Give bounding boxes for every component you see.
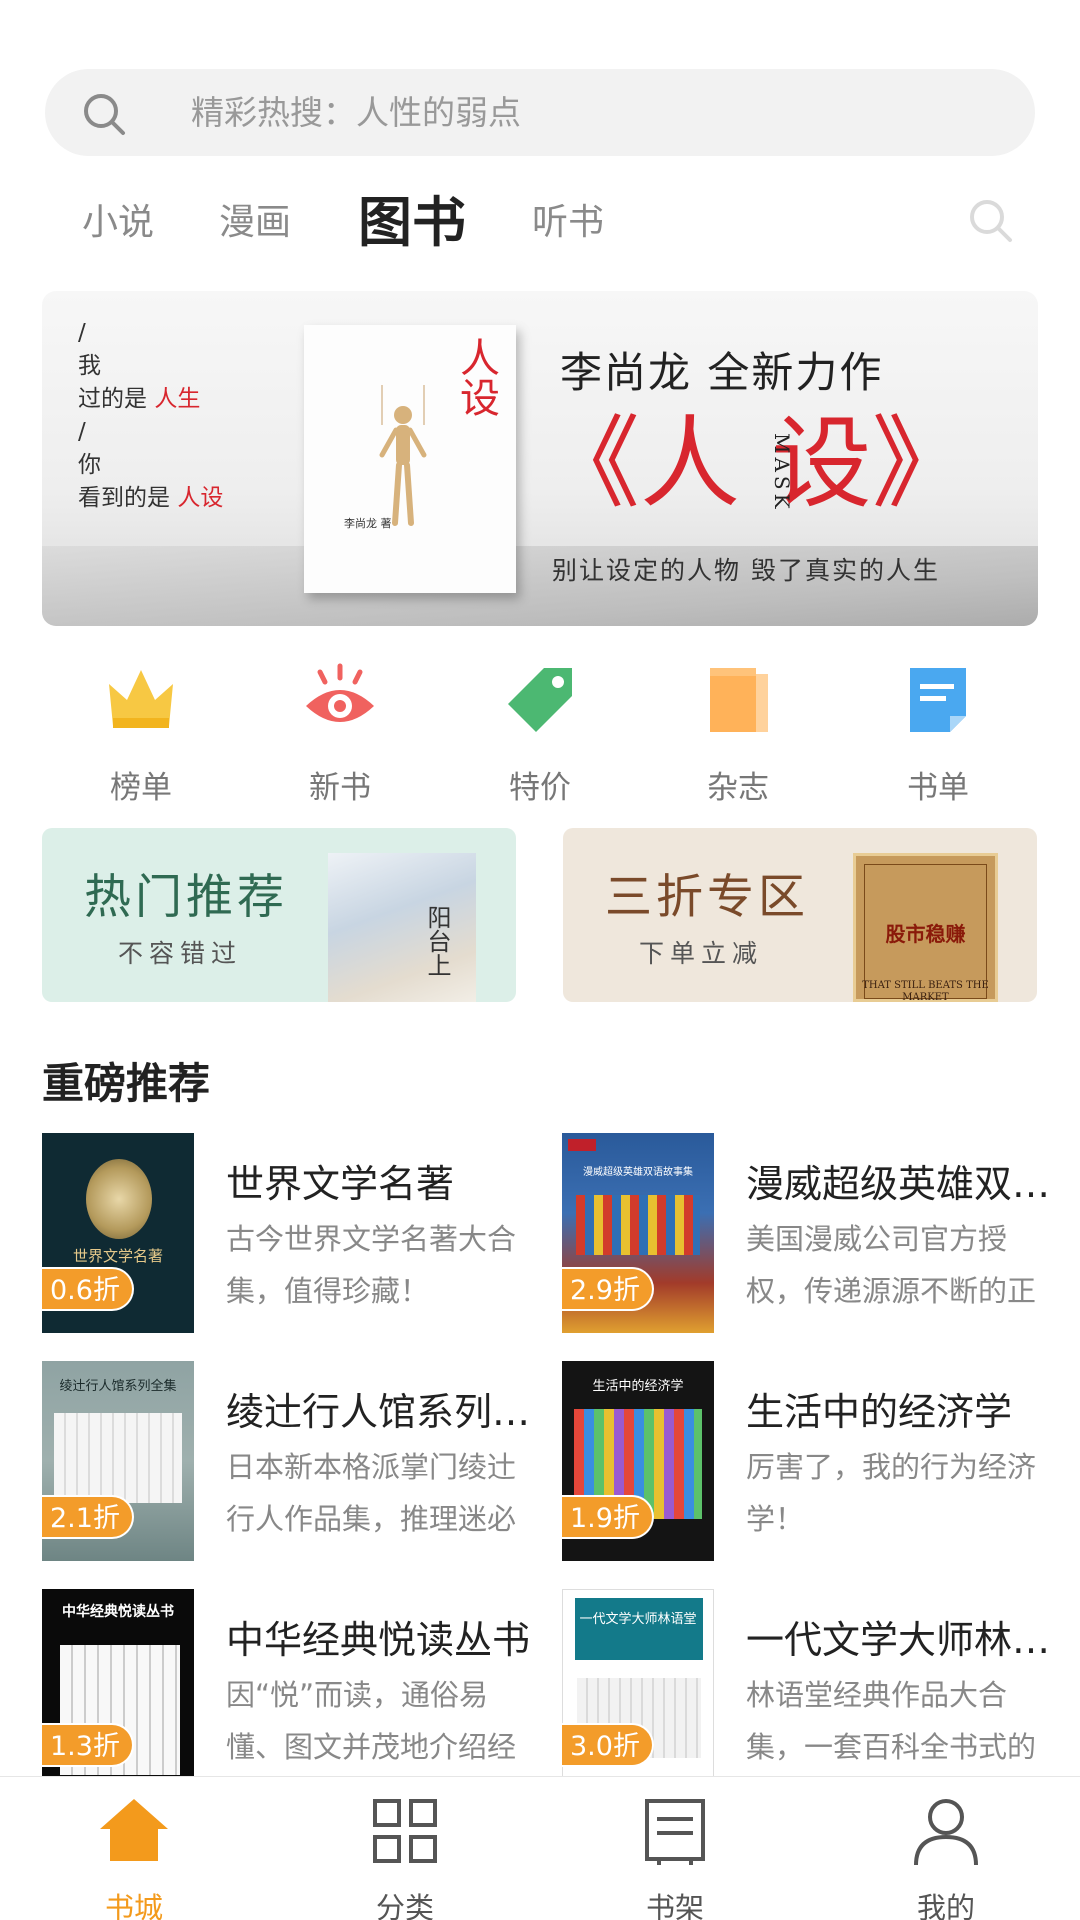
discount-badge: 2.9折: [562, 1267, 654, 1311]
discount-zone-subtitle: 下单立减: [639, 939, 764, 968]
hot-recommend-card[interactable]: 热门推荐 不容错过 阳台上: [42, 828, 516, 1002]
book-description: 厉害了，我的行为经济学！: [746, 1450, 1037, 1536]
wooden-figure-icon: [379, 385, 427, 526]
bottom-nav: 书城 分类 书架 我的: [0, 1776, 1080, 1920]
magazine-icon: [710, 668, 768, 732]
book-item[interactable]: 中华经典悦读丛书 1.3折 中华经典悦读丛书 因“悦”而读，通俗易懂、图文并茂地…: [42, 1589, 542, 1789]
discount-zone-card[interactable]: 三折专区 下单立减 股市稳赚 THAT STILL BEATS THE MARK…: [563, 828, 1037, 1002]
search-input[interactable]: 精彩热搜：人性的弱点: [45, 69, 1035, 156]
book-title: 中华经典悦读丛书: [226, 1618, 531, 1662]
discount-badge: 0.6折: [42, 1267, 134, 1311]
tab-audiobook[interactable]: 听书: [532, 178, 604, 268]
nav-bookstore[interactable]: 书城: [74, 1793, 194, 1920]
quick-entries: 榜单 新书 特价 杂志 书单: [0, 660, 1080, 806]
hot-recommend-title: 热门推荐: [84, 870, 288, 925]
book-item[interactable]: 生活中的经济学 1.9折 生活中的经济学 厉害了，我的行为经济学！: [562, 1361, 1062, 1561]
promo-banner[interactable]: / 我 过的是 人生 / 你 看到的是 人设 人设 李尚龙 著 李尚龙 全新力作…: [42, 291, 1038, 626]
book-description: 日本新本格派掌门绫辻行人作品集，推理迷必读: [226, 1450, 517, 1536]
banner-big-title: 《人 设》: [540, 405, 972, 522]
book-title: 生活中的经济学: [746, 1390, 1013, 1434]
tab-novel[interactable]: 小说: [82, 178, 154, 268]
discount-badge: 1.9折: [562, 1495, 654, 1539]
tab-books[interactable]: 图书: [358, 178, 466, 268]
discount-badge: 3.0折: [562, 1723, 654, 1767]
tag-icon: [508, 668, 572, 732]
quick-ranking[interactable]: 榜单: [71, 660, 211, 807]
discount-badge: 2.1折: [42, 1495, 134, 1539]
bookshelf-icon: [645, 1799, 705, 1865]
hot-recommend-subtitle: 不容错过: [118, 939, 243, 968]
hot-recommend-cover: 阳台上: [328, 853, 476, 1002]
user-icon: [914, 1799, 978, 1866]
category-tabs: 小说 漫画 图书 听书: [0, 178, 1080, 268]
banner-tagline: 别让设定的人物 毁了真实的人生: [552, 556, 940, 585]
booklist-icon: [910, 668, 966, 732]
book-item[interactable]: 一代文学大师林语堂 3.0折 一代文学大师林语堂 林语堂经典作品大合集，一套百科…: [562, 1589, 1062, 1789]
book-title: 世界文学名著: [226, 1162, 455, 1206]
search-icon[interactable]: [965, 195, 1017, 247]
home-icon: [100, 1799, 168, 1861]
book-description: 因“悦”而读，通俗易懂、图文并茂地介绍经典: [226, 1678, 517, 1764]
quick-new-books[interactable]: 新书: [270, 660, 410, 807]
nav-category[interactable]: 分类: [345, 1793, 465, 1920]
banner-headline: 李尚龙 全新力作: [560, 348, 884, 397]
book-title: 一代文学大师林语堂: [746, 1618, 1062, 1662]
discount-zone-cover: 股市稳赚 THAT STILL BEATS THE MARKET: [853, 853, 998, 1002]
section-title: 重磅推荐: [42, 1059, 211, 1108]
book-item[interactable]: 漫威超级英雄双语故事集 2.9折 漫威超级英雄双语故事集 美国漫威公司官方授权，…: [562, 1133, 1062, 1333]
eye-icon: [306, 663, 374, 722]
quick-magazines[interactable]: 杂志: [668, 660, 808, 807]
discount-zone-title: 三折专区: [605, 870, 809, 925]
discount-badge: 1.3折: [42, 1723, 134, 1767]
nav-profile[interactable]: 我的: [886, 1793, 1006, 1920]
book-description: 林语堂经典作品大合集，一套百科全书式的作品: [746, 1678, 1037, 1764]
search-icon: [84, 94, 125, 135]
book-item[interactable]: 世界文学名著 0.6折 世界文学名著 古今世界文学名著大合集，值得珍藏！: [42, 1133, 542, 1333]
banner-mask-text: MASK: [770, 433, 794, 513]
quick-booklists[interactable]: 书单: [868, 660, 1008, 807]
book-title: 漫威超级英雄双语故事集: [746, 1162, 1062, 1206]
quick-special-price[interactable]: 特价: [470, 660, 610, 807]
crown-icon: [109, 670, 173, 728]
search-placeholder: 精彩热搜：人性的弱点: [191, 93, 521, 132]
banner-book-cover: 人设 李尚龙 著: [304, 325, 516, 593]
book-title: 绫辻行人馆系列全集: [226, 1390, 542, 1434]
banner-left-text: / 我 过的是 人生 / 你 看到的是 人设: [78, 320, 224, 511]
book-description: 古今世界文学名著大合集，值得珍藏！: [226, 1222, 517, 1308]
nav-bookshelf[interactable]: 书架: [615, 1793, 735, 1920]
book-item[interactable]: 绫辻行人馆系列全集 2.1折 绫辻行人馆系列全集 日本新本格派掌门绫辻行人作品集…: [42, 1361, 542, 1561]
tab-comic[interactable]: 漫画: [219, 178, 291, 268]
grid-icon: [373, 1799, 437, 1863]
book-description: 美国漫威公司官方授权，传递源源不断的正能量: [746, 1222, 1037, 1308]
